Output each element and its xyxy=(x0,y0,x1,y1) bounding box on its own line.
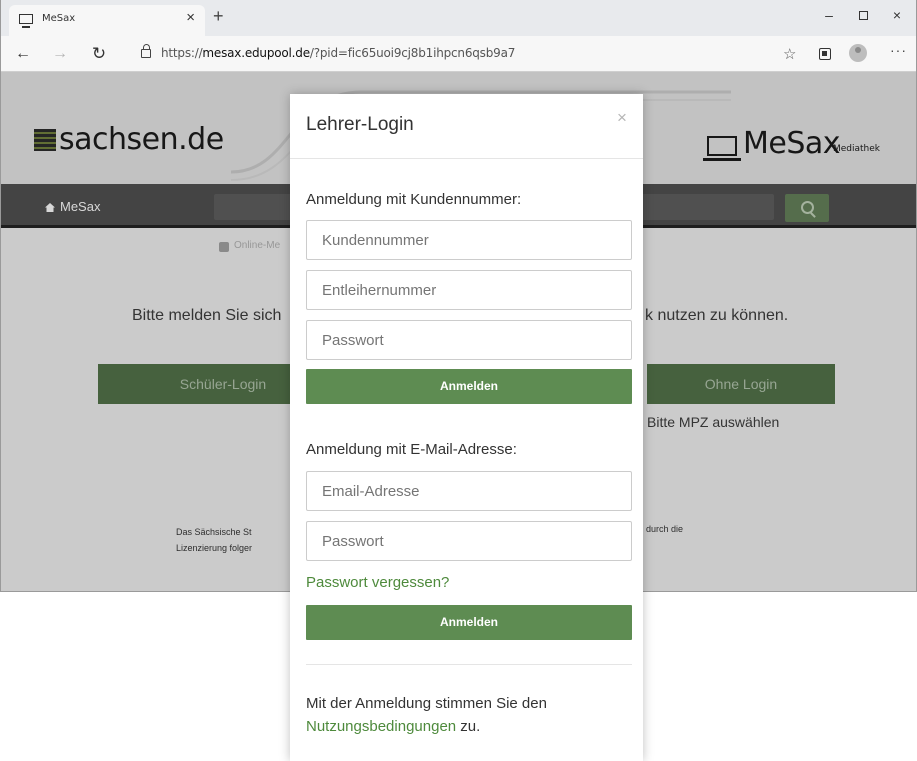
email-login-button[interactable]: Anmelden xyxy=(306,605,632,640)
borrower-number-input[interactable] xyxy=(306,270,632,310)
modal-header-divider xyxy=(290,158,643,159)
terms-of-use-link[interactable]: Nutzungsbedingungen xyxy=(306,718,456,735)
back-button[interactable]: ← xyxy=(11,43,35,65)
monitor-icon xyxy=(19,14,33,28)
reload-button[interactable]: ↻ xyxy=(87,43,111,65)
tab-title: MeSax xyxy=(42,13,76,24)
new-tab-button[interactable]: + xyxy=(213,7,224,25)
collections-icon[interactable] xyxy=(819,48,831,60)
more-menu-icon[interactable]: ··· xyxy=(890,42,907,58)
screenshot-stage: MeSax × + – × ← → ↻ https://mesax.edupoo… xyxy=(0,0,917,761)
modal-title: Lehrer-Login xyxy=(306,114,414,135)
browser-tab[interactable]: MeSax × xyxy=(9,5,205,36)
email-password-input[interactable] xyxy=(306,521,632,561)
terms-consent-text: Mit der Anmeldung stimmen Sie den Nutzun… xyxy=(306,692,626,738)
customer-number-section-heading: Anmeldung mit Kundennummer: xyxy=(306,191,522,208)
url-prefix: https:// xyxy=(161,46,203,60)
teacher-login-modal: Lehrer-Login × Anmeldung mit Kundennumme… xyxy=(290,94,643,761)
password-input[interactable] xyxy=(306,320,632,360)
forward-button[interactable]: → xyxy=(48,43,72,65)
profile-avatar-icon[interactable] xyxy=(849,44,867,62)
url-field[interactable]: https://mesax.edupool.de/?pid=fic65uoi9c… xyxy=(161,46,515,60)
close-icon[interactable]: × xyxy=(617,108,627,128)
customer-number-input[interactable] xyxy=(306,220,632,260)
consent-text-after: zu. xyxy=(456,718,481,735)
tab-bar: MeSax × + – × xyxy=(1,0,916,36)
window-close-button[interactable]: × xyxy=(883,4,911,26)
email-section-heading: Anmeldung mit E-Mail-Adresse: xyxy=(306,441,517,458)
forgot-password-link[interactable]: Passwort vergessen? xyxy=(306,574,449,591)
login-button[interactable]: Anmelden xyxy=(306,369,632,404)
maximize-icon xyxy=(858,11,868,20)
modal-footer-divider xyxy=(306,664,632,665)
lock-icon xyxy=(141,44,151,58)
consent-text-before: Mit der Anmeldung stimmen Sie den xyxy=(306,695,547,712)
url-rest: /?pid=fic65uoi9cj8b1ihpcn6qsb9a7 xyxy=(309,46,516,60)
maximize-button[interactable] xyxy=(849,4,877,26)
address-bar: ← → ↻ https://mesax.edupool.de/?pid=fic6… xyxy=(1,36,916,72)
tab-close-icon[interactable]: × xyxy=(186,9,195,26)
email-input[interactable] xyxy=(306,471,632,511)
favorite-star-icon[interactable]: ☆ xyxy=(783,45,796,63)
minimize-button[interactable]: – xyxy=(815,4,843,26)
url-host: mesax.edupool.de xyxy=(202,46,310,60)
